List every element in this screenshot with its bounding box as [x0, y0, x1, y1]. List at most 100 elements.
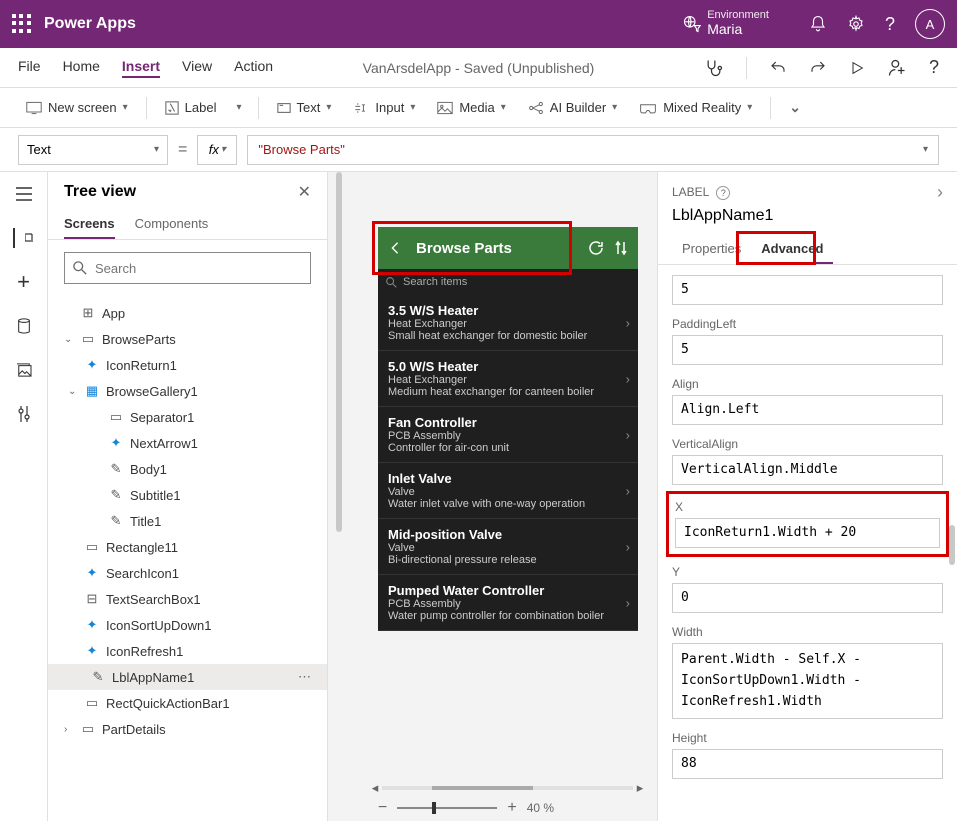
tree-search-input[interactable] [95, 261, 302, 276]
redo-icon[interactable] [809, 59, 827, 77]
input-width[interactable]: Parent.Width - Self.X - IconSortUpDown1.… [672, 643, 943, 719]
tree-node-body1[interactable]: ✎Body1 [48, 456, 327, 482]
search-icon [73, 261, 87, 275]
tree-node-title1[interactable]: ✎Title1 [48, 508, 327, 534]
input-height[interactable]: 88 [672, 749, 943, 779]
tab-properties[interactable]: Properties [672, 235, 751, 264]
tree-node-iconreturn1[interactable]: ✦IconReturn1 [48, 352, 327, 378]
sort-icon[interactable] [614, 240, 628, 256]
list-item[interactable]: Inlet ValveValveWater inlet valve with o… [378, 463, 638, 519]
tree-node-subtitle1[interactable]: ✎Subtitle1 [48, 482, 327, 508]
avatar[interactable]: A [915, 9, 945, 39]
preview-title: Browse Parts [416, 240, 578, 257]
tree-node-separator1[interactable]: ▭Separator1 [48, 404, 327, 430]
list-item[interactable]: 3.5 W/S HeaterHeat ExchangerSmall heat e… [378, 295, 638, 351]
input-paddingtop[interactable]: 5 [672, 275, 943, 305]
tree-node-rectquickactionbar1[interactable]: ▭RectQuickActionBar1 [48, 690, 327, 716]
formula-input[interactable]: "Browse Parts" ▾ [247, 135, 939, 165]
tree-node-textsearchbox1[interactable]: ⊟TextSearchBox1 [48, 586, 327, 612]
input-icon [353, 101, 369, 115]
tree-node-lblappname1[interactable]: ✎LblAppName1⋯ [48, 664, 327, 690]
fx-button[interactable]: fx▾ [197, 135, 237, 165]
label-x: X [675, 500, 940, 514]
help-icon[interactable]: ? [885, 14, 895, 35]
list-item[interactable]: Mid-position ValveValveBi-directional pr… [378, 519, 638, 575]
chevron-right-icon[interactable]: › [937, 182, 943, 203]
tree-node-iconrefresh1[interactable]: ✦IconRefresh1 [48, 638, 327, 664]
tree-node-app[interactable]: ⊞App [48, 300, 327, 326]
stethoscope-icon[interactable] [704, 58, 724, 78]
input-paddingleft[interactable]: 5 [672, 335, 943, 365]
preview-search[interactable]: Search items [378, 269, 638, 295]
label-button[interactable]: Label [157, 96, 225, 119]
zoom-out-button[interactable]: − [378, 799, 387, 817]
chevron-down-icon[interactable]: ▾ [230, 98, 247, 117]
new-screen-button[interactable]: New screen ▾ [18, 96, 136, 119]
chevron-down-icon: ▾ [326, 102, 331, 113]
media-button[interactable]: Media ▾ [429, 96, 513, 119]
input-valign[interactable]: VerticalAlign.Middle [672, 455, 943, 485]
chevron-down-icon: ▾ [221, 144, 226, 155]
tree-view-icon[interactable] [13, 228, 33, 248]
undo-icon[interactable] [769, 59, 787, 77]
help-icon-2[interactable]: ? [929, 57, 939, 78]
back-icon[interactable] [388, 241, 402, 255]
play-icon[interactable] [849, 60, 865, 76]
tree-node-partdetails[interactable]: ›▭PartDetails [48, 716, 327, 742]
vertical-scrollbar[interactable] [336, 172, 342, 532]
tab-components[interactable]: Components [135, 210, 209, 239]
tree-node-searchicon1[interactable]: ✦SearchIcon1 [48, 560, 327, 586]
menu-view[interactable]: View [182, 58, 212, 78]
more-icon[interactable]: ⋯ [298, 669, 311, 685]
text-button[interactable]: Text ▾ [269, 96, 340, 119]
ai-builder-button[interactable]: AI Builder ▾ [520, 96, 625, 120]
input-x[interactable]: IconReturn1.Width + 20 [675, 518, 940, 548]
tree-search[interactable] [64, 252, 311, 284]
media-rail-icon[interactable] [14, 360, 34, 380]
zoom-in-button[interactable]: + [507, 799, 516, 817]
close-icon[interactable]: ✕ [298, 182, 311, 202]
tree-node-nextarrow1[interactable]: ✦NextArrow1 [48, 430, 327, 456]
input-button[interactable]: Input ▾ [345, 96, 423, 119]
label-valign: VerticalAlign [672, 437, 943, 451]
menu-home[interactable]: Home [63, 58, 100, 78]
tree-node-browsegallery1[interactable]: ⌄▦BrowseGallery1 [48, 378, 327, 404]
add-icon[interactable]: + [14, 272, 34, 292]
menu-insert[interactable]: Insert [122, 58, 160, 78]
mixed-reality-button[interactable]: Mixed Reality ▾ [631, 96, 760, 119]
chevron-right-icon: › [626, 539, 630, 554]
bell-icon[interactable] [809, 15, 827, 33]
list-item[interactable]: 5.0 W/S HeaterHeat ExchangerMedium heat … [378, 351, 638, 407]
property-selector[interactable]: Text ▾ [18, 135, 168, 165]
environment-picker[interactable]: Environment Maria [683, 10, 769, 38]
overflow-chevron-icon[interactable]: ⌄ [781, 95, 809, 120]
menu-file[interactable]: File [18, 58, 41, 78]
vertical-scrollbar[interactable] [949, 525, 955, 565]
gear-icon[interactable] [847, 15, 865, 33]
data-icon[interactable] [14, 316, 34, 336]
list-item[interactable]: Pumped Water ControllerPCB AssemblyWater… [378, 575, 638, 631]
horizontal-scrollbar[interactable]: ◂ ▸ [368, 781, 647, 795]
tab-advanced[interactable]: Advanced [751, 235, 833, 264]
menu-action[interactable]: Action [234, 58, 273, 78]
tree-node-browseparts[interactable]: ⌄▭BrowseParts [48, 326, 327, 352]
equals-sign: = [178, 141, 187, 159]
toolbar: New screen ▾ Label ▾ Text ▾ Input ▾ Medi… [0, 88, 957, 128]
waffle-icon[interactable] [12, 14, 32, 34]
list-item[interactable]: Fan ControllerPCB AssemblyController for… [378, 407, 638, 463]
preview-header[interactable]: Browse Parts [378, 227, 638, 269]
text-icon [277, 102, 291, 114]
tree-node-iconsortupdown1[interactable]: ✦IconSortUpDown1 [48, 612, 327, 638]
globe-filter-icon [683, 15, 701, 33]
tab-screens[interactable]: Screens [64, 210, 115, 239]
hamburger-icon[interactable] [14, 184, 34, 204]
tools-icon[interactable] [14, 404, 34, 424]
share-person-icon[interactable] [887, 58, 907, 78]
input-y[interactable]: 0 [672, 583, 943, 613]
zoom-slider[interactable] [397, 807, 497, 809]
chevron-right-icon: › [626, 315, 630, 330]
info-icon[interactable]: ? [716, 186, 730, 200]
tree-node-rectangle11[interactable]: ▭Rectangle11 [48, 534, 327, 560]
input-align[interactable]: Align.Left [672, 395, 943, 425]
refresh-icon[interactable] [588, 240, 604, 256]
